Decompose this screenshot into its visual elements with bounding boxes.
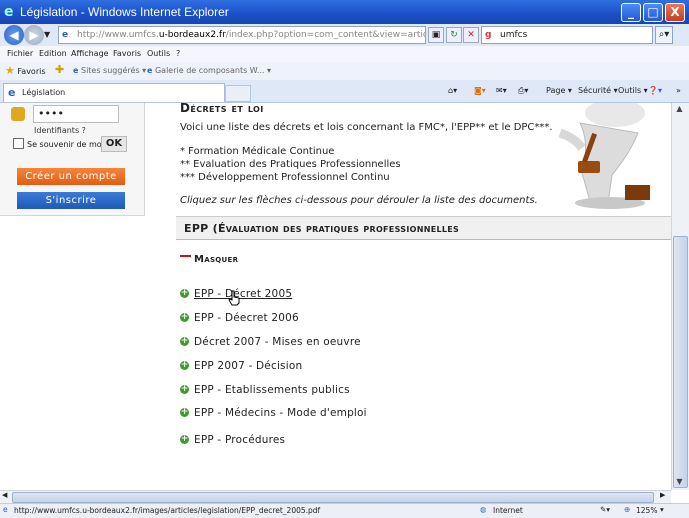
collapse-icon[interactable] [180,255,191,257]
remember-me-checkbox[interactable] [13,138,24,149]
close-button[interactable]: X [665,3,685,22]
document-link[interactable]: EPP - Décret 2005 [194,288,292,300]
page-menu-button[interactable]: Page ▾ [546,86,572,95]
title-bar: e Législation - Windows Internet Explore… [0,0,689,24]
document-link[interactable]: EPP - Procédures [194,434,285,446]
menu-favoris[interactable]: Favoris [113,49,141,58]
scroll-right-icon[interactable]: ▶ [660,491,665,499]
footnote-epp: ** Evaluation des Pratiques Professionne… [180,159,401,170]
expand-icon[interactable]: + [180,289,189,298]
minimize-button[interactable]: _ [621,3,641,22]
expand-icon[interactable]: + [180,361,189,370]
document-link[interactable]: EPP - Médecins - Mode d'emploi [194,407,367,419]
search-button[interactable]: ⌕▾ [655,26,673,44]
zoom-icon[interactable]: ⊕ [624,505,630,514]
favorites-button[interactable]: ★ Favoris [5,64,46,77]
hand-cursor-icon [228,290,240,306]
star-icon: ★ [5,64,15,77]
ie-page-icon: e [147,66,153,75]
ie-logo-icon: e [4,4,14,20]
intro-text: Voici une liste des décrets et lois conc… [180,122,553,133]
document-link[interactable]: EPP 2007 - Décision [194,360,302,372]
forward-button[interactable]: ▶ [24,25,44,45]
address-bar[interactable]: e http://www.umfcs.u-bordeaux2.fr/index.p… [58,26,426,44]
login-ok-button[interactable]: OK [101,136,127,152]
menu-fichier[interactable]: Fichier [7,49,33,58]
protected-mode-icon[interactable]: ✎▾ [600,505,610,514]
horizontal-scroll-thumb[interactable] [12,492,654,503]
status-bar: e http://www.umfcs.u-bordeaux2.fr/images… [0,503,689,518]
navigation-bar: ◀ ▶ ▼ e http://www.umfcs.u-bordeaux2.fr/i… [0,24,689,47]
expand-icon[interactable]: + [180,408,189,417]
add-favorites-icon[interactable]: ✚ [55,63,64,76]
tab-row: e Législation ⌂▾ ◙▾ ✉▾ ⎙▾ Page ▾ Sécurit… [0,80,689,103]
create-account-button[interactable]: Créer un compte [17,168,125,185]
remember-me-label: Se souvenir de moi [27,140,104,149]
window-title: Législation - Windows Internet Explorer [20,5,229,19]
status-page-icon: e [3,505,8,514]
toolbar-overflow-icon[interactable]: » [676,86,681,95]
rss-feed-icon[interactable]: ◙▾ [474,86,486,95]
footnote-dpc: *** Développement Professionnel Continu [180,172,390,183]
history-dropdown-icon[interactable]: ▼ [44,30,50,39]
new-tab-button[interactable] [225,85,251,102]
identifiants-link[interactable]: Identifiants ? [34,126,86,135]
document-link[interactable]: Décret 2007 - Mises en oeuvre [194,336,361,348]
document-link[interactable]: EPP - Déecret 2006 [194,312,299,324]
tab-legislation[interactable]: e Législation [3,83,225,102]
tools-menu-button[interactable]: Outils ▾ [618,86,648,95]
scroll-thumb[interactable] [673,236,688,488]
menu-edition[interactable]: Edition [39,49,67,58]
security-menu-button[interactable]: Sécurité ▾ [578,86,618,95]
signup-button[interactable]: S'inscrire [17,192,125,209]
favorites-bar: ★ Favoris ✚ e Sites suggérés ▾ e Galerie… [0,62,689,81]
globe-icon: ◍ [480,505,487,514]
instruction-text: Cliquez sur les flèches ci-dessous pour … [180,195,538,206]
suggested-sites-link[interactable]: e Sites suggérés ▾ [73,66,146,75]
scroll-up-icon[interactable]: ▲ [673,104,686,116]
expand-icon[interactable]: + [180,435,189,444]
expand-icon[interactable]: + [180,337,189,346]
page-icon: e [62,30,69,40]
search-input[interactable]: g umfcs [481,26,653,44]
print-icon[interactable]: ⎙▾ [518,86,528,96]
stop-icon[interactable]: ✕ [463,27,479,43]
status-url: http://www.umfcs.u-bordeaux2.fr/images/a… [14,506,321,515]
gavel-figure-illustration [558,103,650,209]
refresh-icon[interactable]: ↻ [446,27,462,43]
document-link[interactable]: EPP - Etablissements publics [194,384,350,396]
maximize-button[interactable]: □ [643,3,663,22]
expand-icon[interactable]: + [180,385,189,394]
ie-page-icon: e [73,66,79,75]
page-heading: Décrets et loi [180,101,264,115]
mail-icon[interactable]: ✉▾ [496,86,507,95]
zoom-level[interactable]: 125% [636,506,657,515]
web-slice-gallery-link[interactable]: e Galerie de composants W... ▾ [147,66,271,75]
menu-outils[interactable]: Outils [147,49,170,58]
search-provider-icon: g [485,30,492,40]
password-field[interactable]: •••• [33,105,119,123]
section-title: EPP (Évaluation des pratiques profession… [184,222,460,235]
compatibility-view-icon[interactable]: ▣ [428,27,444,43]
menu-bar: Fichier Edition Affichage Favoris Outils… [0,46,689,62]
ie-page-icon: e [8,86,16,99]
help-icon[interactable]: ❓▾ [648,86,662,95]
home-icon[interactable]: ⌂▾ [448,86,457,95]
scroll-left-icon[interactable]: ◀ [2,491,7,499]
hide-toggle[interactable]: Masquer [194,254,238,265]
footnote-fmc: * Formation Médicale Continue [180,146,335,157]
menu-help[interactable]: ? [176,49,180,58]
scroll-down-icon[interactable]: ▼ [673,477,686,489]
menu-affichage[interactable]: Affichage [71,49,109,58]
lock-icon [11,107,25,121]
back-button[interactable]: ◀ [4,25,24,45]
expand-icon[interactable]: + [180,313,189,322]
zoom-dropdown-icon[interactable]: ▾ [660,505,664,514]
security-zone: Internet [493,506,523,515]
